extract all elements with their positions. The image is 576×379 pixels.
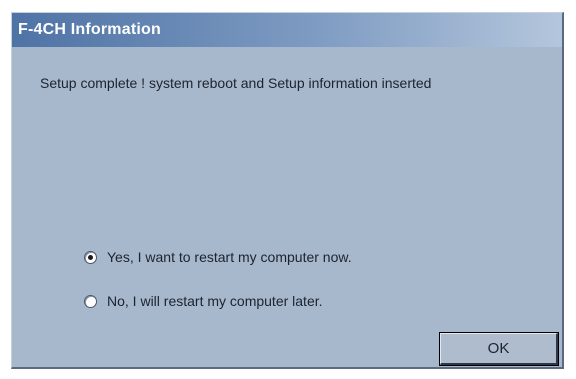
restart-now-radio[interactable] — [84, 250, 97, 264]
setup-message: Setup complete ! system reboot and Setup… — [40, 75, 432, 91]
information-dialog: F-4CH Information Setup complete ! syste… — [11, 12, 564, 369]
restart-later-radio[interactable] — [84, 294, 97, 308]
restart-later-label[interactable]: No, I will restart my computer later. — [107, 293, 323, 309]
restart-later-option[interactable]: No, I will restart my computer later. — [84, 293, 323, 309]
title-bar[interactable]: F-4CH Information — [12, 13, 562, 47]
window-title: F-4CH Information — [18, 21, 161, 38]
restart-now-label[interactable]: Yes, I want to restart my computer now. — [107, 249, 352, 265]
radio-selected-dot — [88, 254, 93, 260]
ok-button[interactable]: OK — [439, 332, 559, 366]
restart-now-option[interactable]: Yes, I want to restart my computer now. — [84, 249, 352, 265]
